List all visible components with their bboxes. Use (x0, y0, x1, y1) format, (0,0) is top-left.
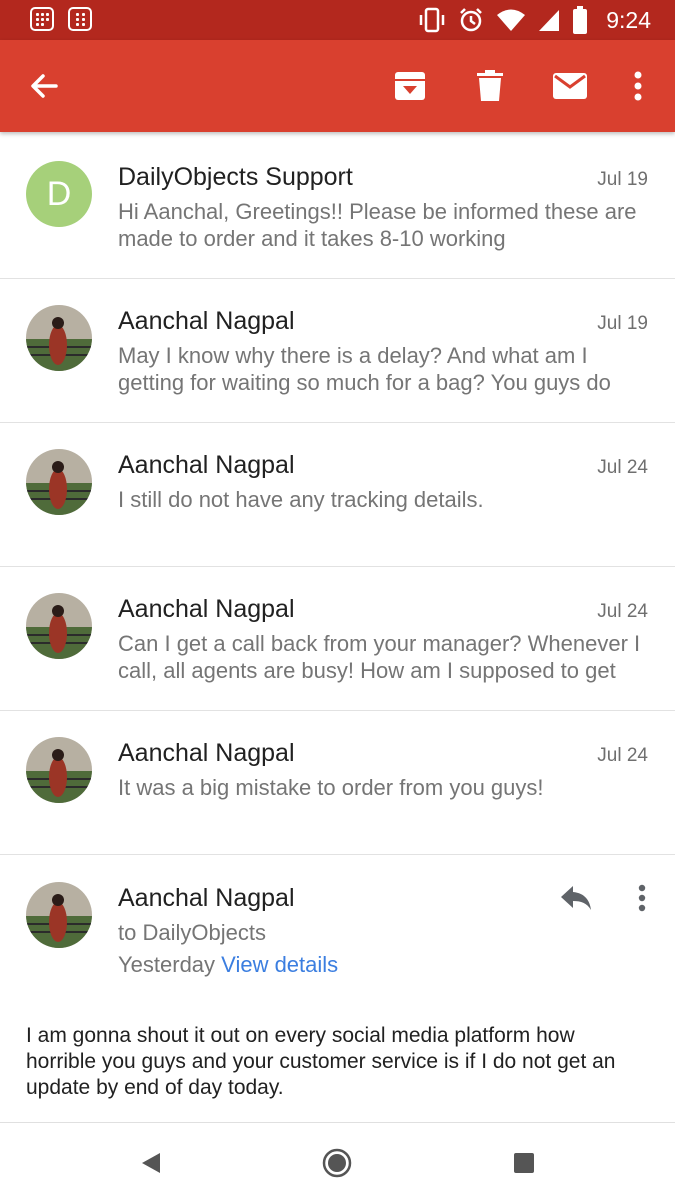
trash-icon (477, 70, 503, 101)
back-button[interactable] (20, 62, 68, 110)
message-date: Jul 19 (597, 169, 648, 190)
more-vert-icon (634, 71, 642, 101)
mark-unread-button[interactable] (546, 62, 594, 110)
wifi-icon (497, 9, 526, 31)
avatar (26, 593, 92, 659)
message-snippet: I still do not have any tracking details… (118, 487, 484, 512)
app-notification-icon (68, 7, 92, 31)
nav-home-button[interactable] (317, 1143, 357, 1183)
timestamp-text: Yesterday (118, 952, 216, 977)
avatar (26, 882, 92, 948)
message-snippet: Hi Aanchal, Greetings!! Please be inform… (118, 199, 637, 251)
message-snippet: Can I get a call back from your manager?… (118, 631, 641, 683)
reply-button[interactable] (556, 878, 596, 918)
avatar: D (26, 161, 92, 227)
clock: 9:24 (606, 6, 651, 33)
status-bar: 9:24 (0, 0, 675, 40)
sender-name: DailyObjects Support (118, 163, 353, 191)
arrow-left-icon (31, 74, 58, 98)
message-date: Jul 24 (597, 601, 648, 622)
avatar (26, 305, 92, 371)
archive-icon (395, 72, 425, 100)
message-date: Jul 24 (597, 457, 648, 478)
avatar (26, 449, 92, 515)
message-body: I am gonna shout it out on every social … (26, 1024, 616, 1099)
collapsed-message[interactable]: Aanchal Nagpal Jul 24 I still do not hav… (0, 423, 675, 567)
nav-recents-button[interactable] (504, 1143, 544, 1183)
message-snippet: May I know why there is a delay? And wha… (118, 343, 611, 395)
message-date: Jul 24 (597, 745, 648, 766)
mail-icon (553, 73, 587, 99)
sender-name: Aanchal Nagpal (118, 451, 295, 479)
sender-name: Aanchal Nagpal (118, 884, 295, 912)
message-more-button[interactable] (628, 878, 656, 918)
delete-button[interactable] (466, 62, 514, 110)
more-vert-icon (638, 884, 646, 912)
recipient-label: to DailyObjects (118, 920, 266, 945)
signal-icon (539, 10, 560, 31)
avatar (26, 737, 92, 803)
battery-icon (573, 6, 588, 34)
nav-back-icon (142, 1153, 160, 1173)
collapsed-message[interactable]: D DailyObjects Support Jul 19 Hi Aanchal… (0, 135, 675, 279)
collapsed-message[interactable]: Aanchal Nagpal Jul 19 May I know why the… (0, 279, 675, 423)
view-details-link[interactable]: View details (221, 952, 338, 977)
app-notification-icon (30, 7, 54, 31)
nav-back-button[interactable] (131, 1143, 171, 1183)
message-timestamp: Yesterday View details (118, 952, 338, 978)
collapsed-message[interactable]: Aanchal Nagpal Jul 24 Can I get a call b… (0, 567, 675, 711)
nav-home-icon (322, 1148, 352, 1178)
sender-name: Aanchal Nagpal (118, 595, 295, 623)
message-snippet: It was a big mistake to order from you g… (118, 775, 544, 800)
sender-name: Aanchal Nagpal (118, 739, 295, 767)
reply-icon (561, 886, 591, 910)
archive-button[interactable] (386, 62, 434, 110)
more-options-button[interactable] (614, 62, 662, 110)
sender-name: Aanchal Nagpal (118, 307, 295, 335)
alarm-icon (460, 8, 483, 32)
system-nav-bar (0, 1122, 675, 1200)
collapsed-message[interactable]: Aanchal Nagpal Jul 24 It was a big mista… (0, 711, 675, 855)
nav-recents-icon (514, 1153, 534, 1173)
message-date: Jul 19 (597, 313, 648, 334)
app-toolbar (0, 40, 675, 132)
vibrate-icon (419, 7, 445, 33)
